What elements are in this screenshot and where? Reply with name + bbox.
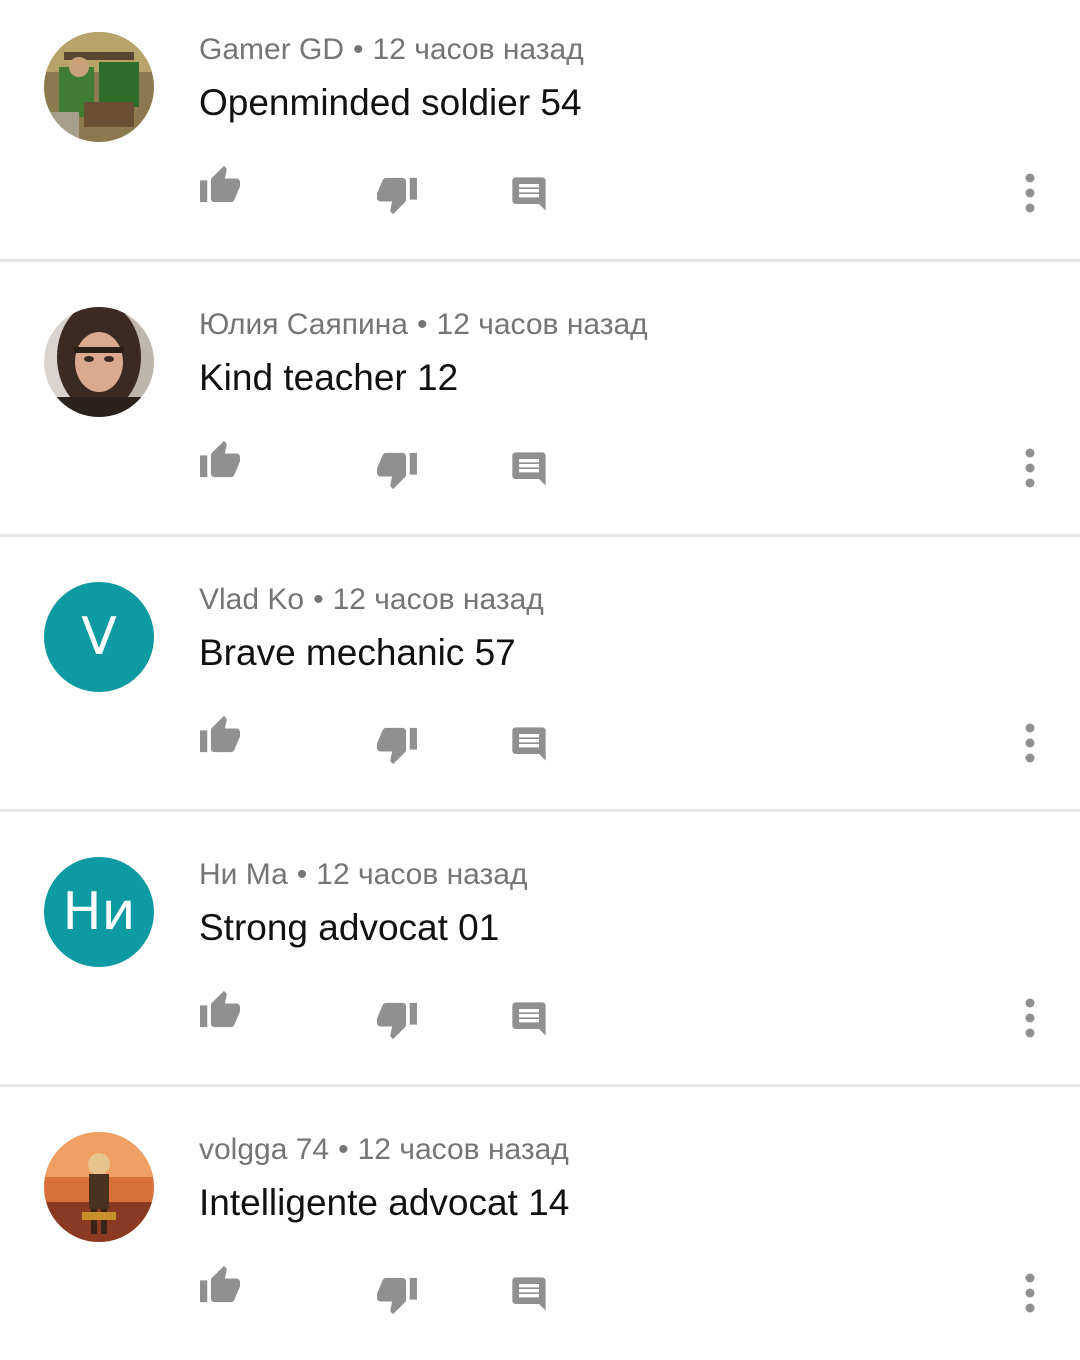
comment-item: Gamer GD • 12 часов назад Openminded soldi… bbox=[0, 0, 1080, 260]
reply-button[interactable] bbox=[504, 996, 554, 1046]
comment-text: Brave mechanic 57 bbox=[199, 632, 516, 673]
dislike-button[interactable] bbox=[372, 998, 422, 1048]
reply-button[interactable] bbox=[504, 446, 554, 496]
meta-separator: • bbox=[338, 1133, 349, 1166]
comment-text: Intelligente advocat 14 bbox=[199, 1182, 570, 1223]
like-button[interactable] bbox=[195, 986, 245, 1036]
meta-separator: • bbox=[296, 858, 308, 891]
comment-item: volgga 74 • 12 часов назад Intelligente ad… bbox=[0, 1100, 1080, 1360]
avatar[interactable] bbox=[44, 1132, 154, 1242]
reply-button[interactable] bbox=[504, 721, 554, 771]
thumb-up-icon bbox=[198, 164, 242, 209]
reply-comment-icon bbox=[509, 174, 549, 219]
thumb-up-icon bbox=[198, 439, 242, 484]
comment-time: 12 часов назад bbox=[372, 33, 584, 66]
thumb-down-icon bbox=[375, 1001, 419, 1046]
avatar[interactable]: Ни bbox=[44, 857, 154, 967]
comment-text: Strong advocat 01 bbox=[199, 907, 500, 948]
dislike-button[interactable] bbox=[372, 723, 422, 773]
divider bbox=[0, 534, 1080, 537]
like-button[interactable] bbox=[195, 161, 245, 211]
comment-item: Ни Ни Ма • 12 часов назад Strong advocat 0… bbox=[0, 825, 1080, 1085]
comment-time: 12 часов назад bbox=[357, 1133, 569, 1166]
thumb-up-icon bbox=[198, 1264, 242, 1309]
author-name[interactable]: Ни Ма bbox=[199, 858, 288, 891]
reply-button[interactable] bbox=[504, 1271, 554, 1321]
avatar-letter: Ни bbox=[62, 882, 136, 942]
comment-meta: volgga 74 • 12 часов назад bbox=[199, 1133, 569, 1167]
reply-comment-icon bbox=[509, 999, 549, 1044]
comment-item: Юлия Саяпина • 12 часов назад Kind teacher… bbox=[0, 275, 1080, 535]
more-vert-icon bbox=[1024, 1272, 1036, 1319]
like-button[interactable] bbox=[195, 711, 245, 761]
dislike-button[interactable] bbox=[372, 448, 422, 498]
meta-separator: • bbox=[313, 583, 324, 616]
thumb-down-icon bbox=[375, 1276, 419, 1321]
comment-item: V Vlad Ko • 12 часов назад Brave mechanic … bbox=[0, 550, 1080, 810]
like-button[interactable] bbox=[195, 1261, 245, 1311]
more-vert-icon bbox=[1024, 997, 1036, 1044]
avatar[interactable] bbox=[44, 32, 154, 142]
comment-text: Openminded soldier 54 bbox=[199, 82, 582, 123]
author-name[interactable]: Gamer GD bbox=[199, 33, 344, 66]
more-options-button[interactable] bbox=[1005, 993, 1055, 1047]
avatar[interactable]: V bbox=[44, 582, 154, 692]
more-options-button[interactable] bbox=[1005, 1268, 1055, 1322]
comment-text: Kind teacher 12 bbox=[199, 357, 459, 398]
comment-time: 12 часов назад bbox=[436, 308, 648, 341]
reply-comment-icon bbox=[509, 724, 549, 769]
thumb-up-icon bbox=[198, 989, 242, 1034]
comment-meta: Gamer GD • 12 часов назад bbox=[199, 33, 584, 67]
meta-separator: • bbox=[417, 308, 428, 341]
author-name[interactable]: volgga 74 bbox=[199, 1133, 329, 1166]
dislike-button[interactable] bbox=[372, 1273, 422, 1323]
comment-meta: Ни Ма • 12 часов назад bbox=[199, 858, 527, 892]
more-vert-icon bbox=[1024, 172, 1036, 219]
divider bbox=[0, 809, 1080, 812]
more-options-button[interactable] bbox=[1005, 443, 1055, 497]
more-vert-icon bbox=[1024, 447, 1036, 494]
reply-comment-icon bbox=[509, 449, 549, 494]
meta-separator: • bbox=[353, 33, 364, 66]
avatar[interactable] bbox=[44, 307, 154, 417]
divider bbox=[0, 259, 1080, 262]
thumb-down-icon bbox=[375, 451, 419, 496]
divider bbox=[0, 1084, 1080, 1087]
reply-button[interactable] bbox=[504, 171, 554, 221]
author-name[interactable]: Юлия Саяпина bbox=[199, 308, 408, 341]
more-vert-icon bbox=[1024, 722, 1036, 769]
more-options-button[interactable] bbox=[1005, 718, 1055, 772]
avatar-letter: V bbox=[81, 607, 117, 667]
comment-meta: Vlad Ko • 12 часов назад bbox=[199, 583, 544, 617]
thumb-down-icon bbox=[375, 176, 419, 221]
dislike-button[interactable] bbox=[372, 173, 422, 223]
comment-time: 12 часов назад bbox=[332, 583, 544, 616]
reply-comment-icon bbox=[509, 1274, 549, 1319]
thumb-up-icon bbox=[198, 714, 242, 759]
more-options-button[interactable] bbox=[1005, 168, 1055, 222]
thumb-down-icon bbox=[375, 726, 419, 771]
comment-meta: Юлия Саяпина • 12 часов назад bbox=[199, 308, 648, 342]
like-button[interactable] bbox=[195, 436, 245, 486]
comment-time: 12 часов назад bbox=[316, 858, 528, 891]
author-name[interactable]: Vlad Ko bbox=[199, 583, 304, 616]
